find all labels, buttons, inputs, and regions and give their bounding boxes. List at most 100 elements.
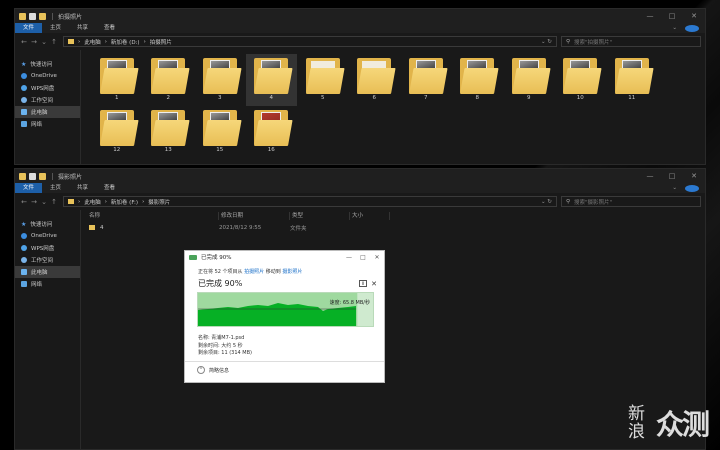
recent-dropdown-icon[interactable]: ⌄ [39,38,49,46]
pause-button[interactable]: II [359,280,367,287]
folder-item[interactable]: 7 [400,54,452,106]
folder-item[interactable]: 4 [245,54,297,106]
tab-share[interactable]: 共享 [69,23,96,33]
column-name[interactable]: 名称 [87,212,219,220]
recent-dropdown-icon[interactable]: ⌄ [39,198,49,206]
folder-item[interactable]: 9 [503,54,555,106]
folder-label: 7 [424,95,428,101]
back-icon[interactable]: ← [19,38,29,46]
minimize-icon[interactable]: — [639,172,661,180]
forward-icon[interactable]: → [29,198,39,206]
search-placeholder: 搜索"拍摄照片" [574,39,613,46]
column-size[interactable]: 大小 [350,212,390,220]
folder-item[interactable]: 3 [194,54,246,106]
column-type[interactable]: 类型 [290,212,350,220]
sidebar-item-quick-access[interactable]: ★ 快速访问 [15,218,80,230]
folder-item[interactable]: 8 [452,54,504,106]
tab-view[interactable]: 查看 [96,183,123,193]
breadcrumb-drive[interactable]: 新加卷 (D:) [111,38,140,46]
maximize-icon[interactable]: □ [661,172,683,180]
tab-view[interactable]: 查看 [96,23,123,33]
destination-link[interactable]: 摄影照片 [282,269,302,275]
folder-item[interactable]: 5 [297,54,349,106]
folder-item[interactable]: 16 [246,106,298,158]
sidebar-item-workspace[interactable]: 工作空间 [15,94,80,106]
folder-label: 16 [267,147,275,153]
up-icon[interactable]: ↑ [49,38,59,46]
column-date[interactable]: 修改日期 [219,212,290,220]
expand-ribbon-icon[interactable]: ⌄ [664,23,685,33]
folder-icon [614,58,654,94]
window-controls: — □ ✕ [639,12,705,20]
search-input[interactable]: ⚲ 搜索"拍摄照片" [561,36,701,47]
tab-file[interactable]: 文件 [15,23,43,33]
sidebar-item-workspace[interactable]: 工作空间 [15,254,80,266]
chevron-up-icon: ⌃ [197,366,205,374]
back-icon[interactable]: ← [19,198,29,206]
properties-icon[interactable] [29,172,36,180]
sidebar-item-this-pc[interactable]: 此电脑 [15,266,80,278]
refresh-icon[interactable]: ⌄ ↻ [541,39,552,45]
sidebar-item-wps[interactable]: WPS网盘 [15,242,80,254]
cloud-icon [21,233,27,239]
search-input[interactable]: ⚲ 搜索"摄影照片" [561,196,701,207]
expand-ribbon-icon[interactable]: ⌄ [664,183,685,193]
up-icon[interactable]: ↑ [49,198,59,206]
breadcrumb-folder[interactable]: 拍摄照片 [150,38,172,46]
window-title: 拍摄照片 [58,13,83,21]
folder-item[interactable]: 10 [555,54,607,106]
tab-home[interactable]: 主页 [42,183,69,193]
breadcrumb-folder[interactable]: 摄影照片 [148,198,170,206]
folder-item[interactable]: 12 [91,106,143,158]
sidebar-item-quick-access[interactable]: ★ 快速访问 [15,58,80,70]
refresh-icon[interactable]: ⌄ ↻ [541,199,552,205]
address-bar[interactable]: › 此电脑 › 新加卷 (F:) › 摄影照片 ⌄ ↻ [63,196,557,207]
tab-share[interactable]: 共享 [69,183,96,193]
folder-view: 1 2 3 4 5 6 7 8 9 10 11 12 13 15 16 [81,50,705,164]
properties-icon[interactable] [29,12,36,20]
minimize-icon[interactable]: — [639,12,661,20]
sidebar-item-onedrive[interactable]: OneDrive [15,70,80,82]
source-link[interactable]: 拍摄照片 [244,269,264,275]
maximize-icon[interactable]: □ [356,254,370,261]
breadcrumb-this-pc[interactable]: 此电脑 [84,38,101,46]
minimize-icon[interactable]: — [342,254,356,261]
folder-label: 5 [321,95,325,101]
table-row[interactable]: 4 2021/8/12 9:55 文件夹 [81,222,705,233]
sidebar-item-network[interactable]: 网络 [15,118,80,130]
folder-item[interactable]: 11 [606,54,658,106]
tab-file[interactable]: 文件 [15,183,43,193]
breadcrumb-drive[interactable]: 新加卷 (F:) [111,198,138,206]
folder-item[interactable]: 1 [91,54,143,106]
address-bar[interactable]: › 此电脑 › 新加卷 (D:) › 拍摄照片 ⌄ ↻ [63,36,557,47]
forward-icon[interactable]: → [29,38,39,46]
new-folder-icon[interactable] [39,12,46,20]
help-icon[interactable] [685,24,699,32]
sidebar-item-this-pc[interactable]: 此电脑 [15,106,80,118]
time-remaining: 剩余时间: 大约 5 秒 [198,342,243,349]
close-icon[interactable]: ✕ [683,12,705,20]
folder-item[interactable]: 2 [143,54,195,106]
folder-item[interactable]: 13 [143,106,195,158]
network-icon [21,281,27,287]
address-bar-row: ← → ⌄ ↑ › 此电脑 › 新加卷 (D:) › 拍摄照片 ⌄ ↻ ⚲ 搜索… [15,33,705,50]
row-name: 4 [100,224,104,231]
folder-item[interactable]: 15 [194,106,246,158]
sidebar-item-onedrive[interactable]: OneDrive [15,230,80,242]
maximize-icon[interactable]: □ [661,12,683,20]
folder-icon [19,12,26,20]
tab-home[interactable]: 主页 [42,23,69,33]
breadcrumb-this-pc[interactable]: 此电脑 [84,198,101,206]
cancel-icon[interactable]: ✕ [367,280,381,288]
sidebar-item-network[interactable]: 网络 [15,278,80,290]
less-details-button[interactable]: ⌃ 简略信息 [197,366,229,374]
folder-icon [68,199,74,204]
close-icon[interactable]: ✕ [683,172,705,180]
sidebar-item-wps[interactable]: WPS网盘 [15,82,80,94]
new-folder-icon[interactable] [39,172,46,180]
divider [52,172,53,180]
folder-item[interactable]: 6 [349,54,401,106]
close-icon[interactable]: ✕ [370,254,384,261]
help-icon[interactable] [685,184,699,192]
ribbon-tabs: 文件 主页 共享 查看 ⌄ [15,23,705,33]
